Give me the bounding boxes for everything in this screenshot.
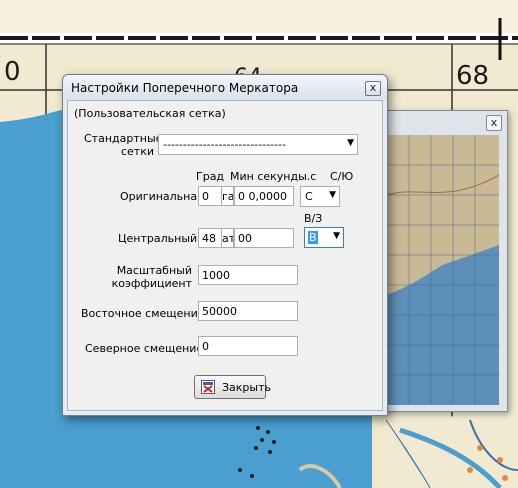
standard-grids-label-line2: сетки: [120, 145, 154, 158]
scale-factor-input[interactable]: 1000: [198, 265, 298, 285]
standard-grids-label-line1: Стандартные: [84, 132, 163, 145]
map-thumbnail-image: [387, 135, 499, 405]
false-northing-label: Северное смещение: [85, 342, 204, 355]
dialog-close-icon[interactable]: x: [365, 81, 381, 96]
central-seconds-input[interactable]: 00: [234, 228, 294, 248]
hemisphere-ew-column-header: В/З: [304, 212, 323, 225]
original-minutes-input[interactable]: га: [222, 186, 234, 206]
chevron-down-icon: ▼: [329, 190, 336, 200]
chevron-down-icon: ▼: [333, 231, 340, 241]
scale-factor-label-line1: Масштабный: [116, 264, 192, 277]
close-button[interactable]: Закрыть: [194, 375, 271, 399]
original-hemisphere-value: С: [305, 190, 313, 203]
map-thumbnail-window: x: [380, 110, 508, 412]
grid-name-label: (Пользовательская сетка): [74, 107, 226, 120]
false-northing-input[interactable]: 0: [198, 336, 298, 356]
original-latitude-label: Оригинальная: [120, 190, 204, 203]
dialog-title: Настройки Поперечного Меркатора: [71, 81, 299, 95]
standard-grids-dropdown[interactable]: ------------------------------- ▼: [158, 134, 358, 155]
central-degrees-input[interactable]: 48: [198, 228, 222, 248]
false-easting-input[interactable]: 50000: [198, 301, 298, 321]
map-grid-number: 68: [456, 61, 489, 91]
close-button-label: Закрыть: [222, 381, 271, 394]
dialog-client-area: (Пользовательская сетка) Стандартные сет…: [67, 100, 383, 411]
map-grid-number: 0: [4, 57, 21, 87]
central-hemisphere-value: В: [308, 231, 318, 244]
original-hemisphere-dropdown[interactable]: С ▼: [300, 186, 340, 207]
close-icon: [201, 380, 215, 394]
central-hemisphere-dropdown[interactable]: В ▼: [304, 227, 344, 248]
standard-grids-value: -------------------------------: [163, 138, 287, 151]
minutes-seconds-column-header: Мин секунды.с: [230, 170, 317, 183]
original-seconds-input[interactable]: 0 0,0000: [234, 186, 294, 206]
false-easting-label: Восточное смещение: [81, 307, 205, 320]
chevron-down-icon: ▼: [347, 138, 354, 148]
dialog-titlebar[interactable]: Настройки Поперечного Меркатора x: [63, 75, 387, 100]
scale-factor-label-line2: коэффициент: [111, 277, 192, 290]
degrees-column-header: Град: [196, 170, 225, 183]
thumbnail-close-button[interactable]: x: [486, 115, 502, 131]
transverse-mercator-settings-dialog: Настройки Поперечного Меркатора x (Польз…: [62, 74, 388, 416]
central-minutes-input[interactable]: ат: [222, 228, 234, 248]
original-degrees-input[interactable]: 0: [198, 186, 222, 206]
hemisphere-ns-column-header: С/Ю: [330, 170, 354, 183]
